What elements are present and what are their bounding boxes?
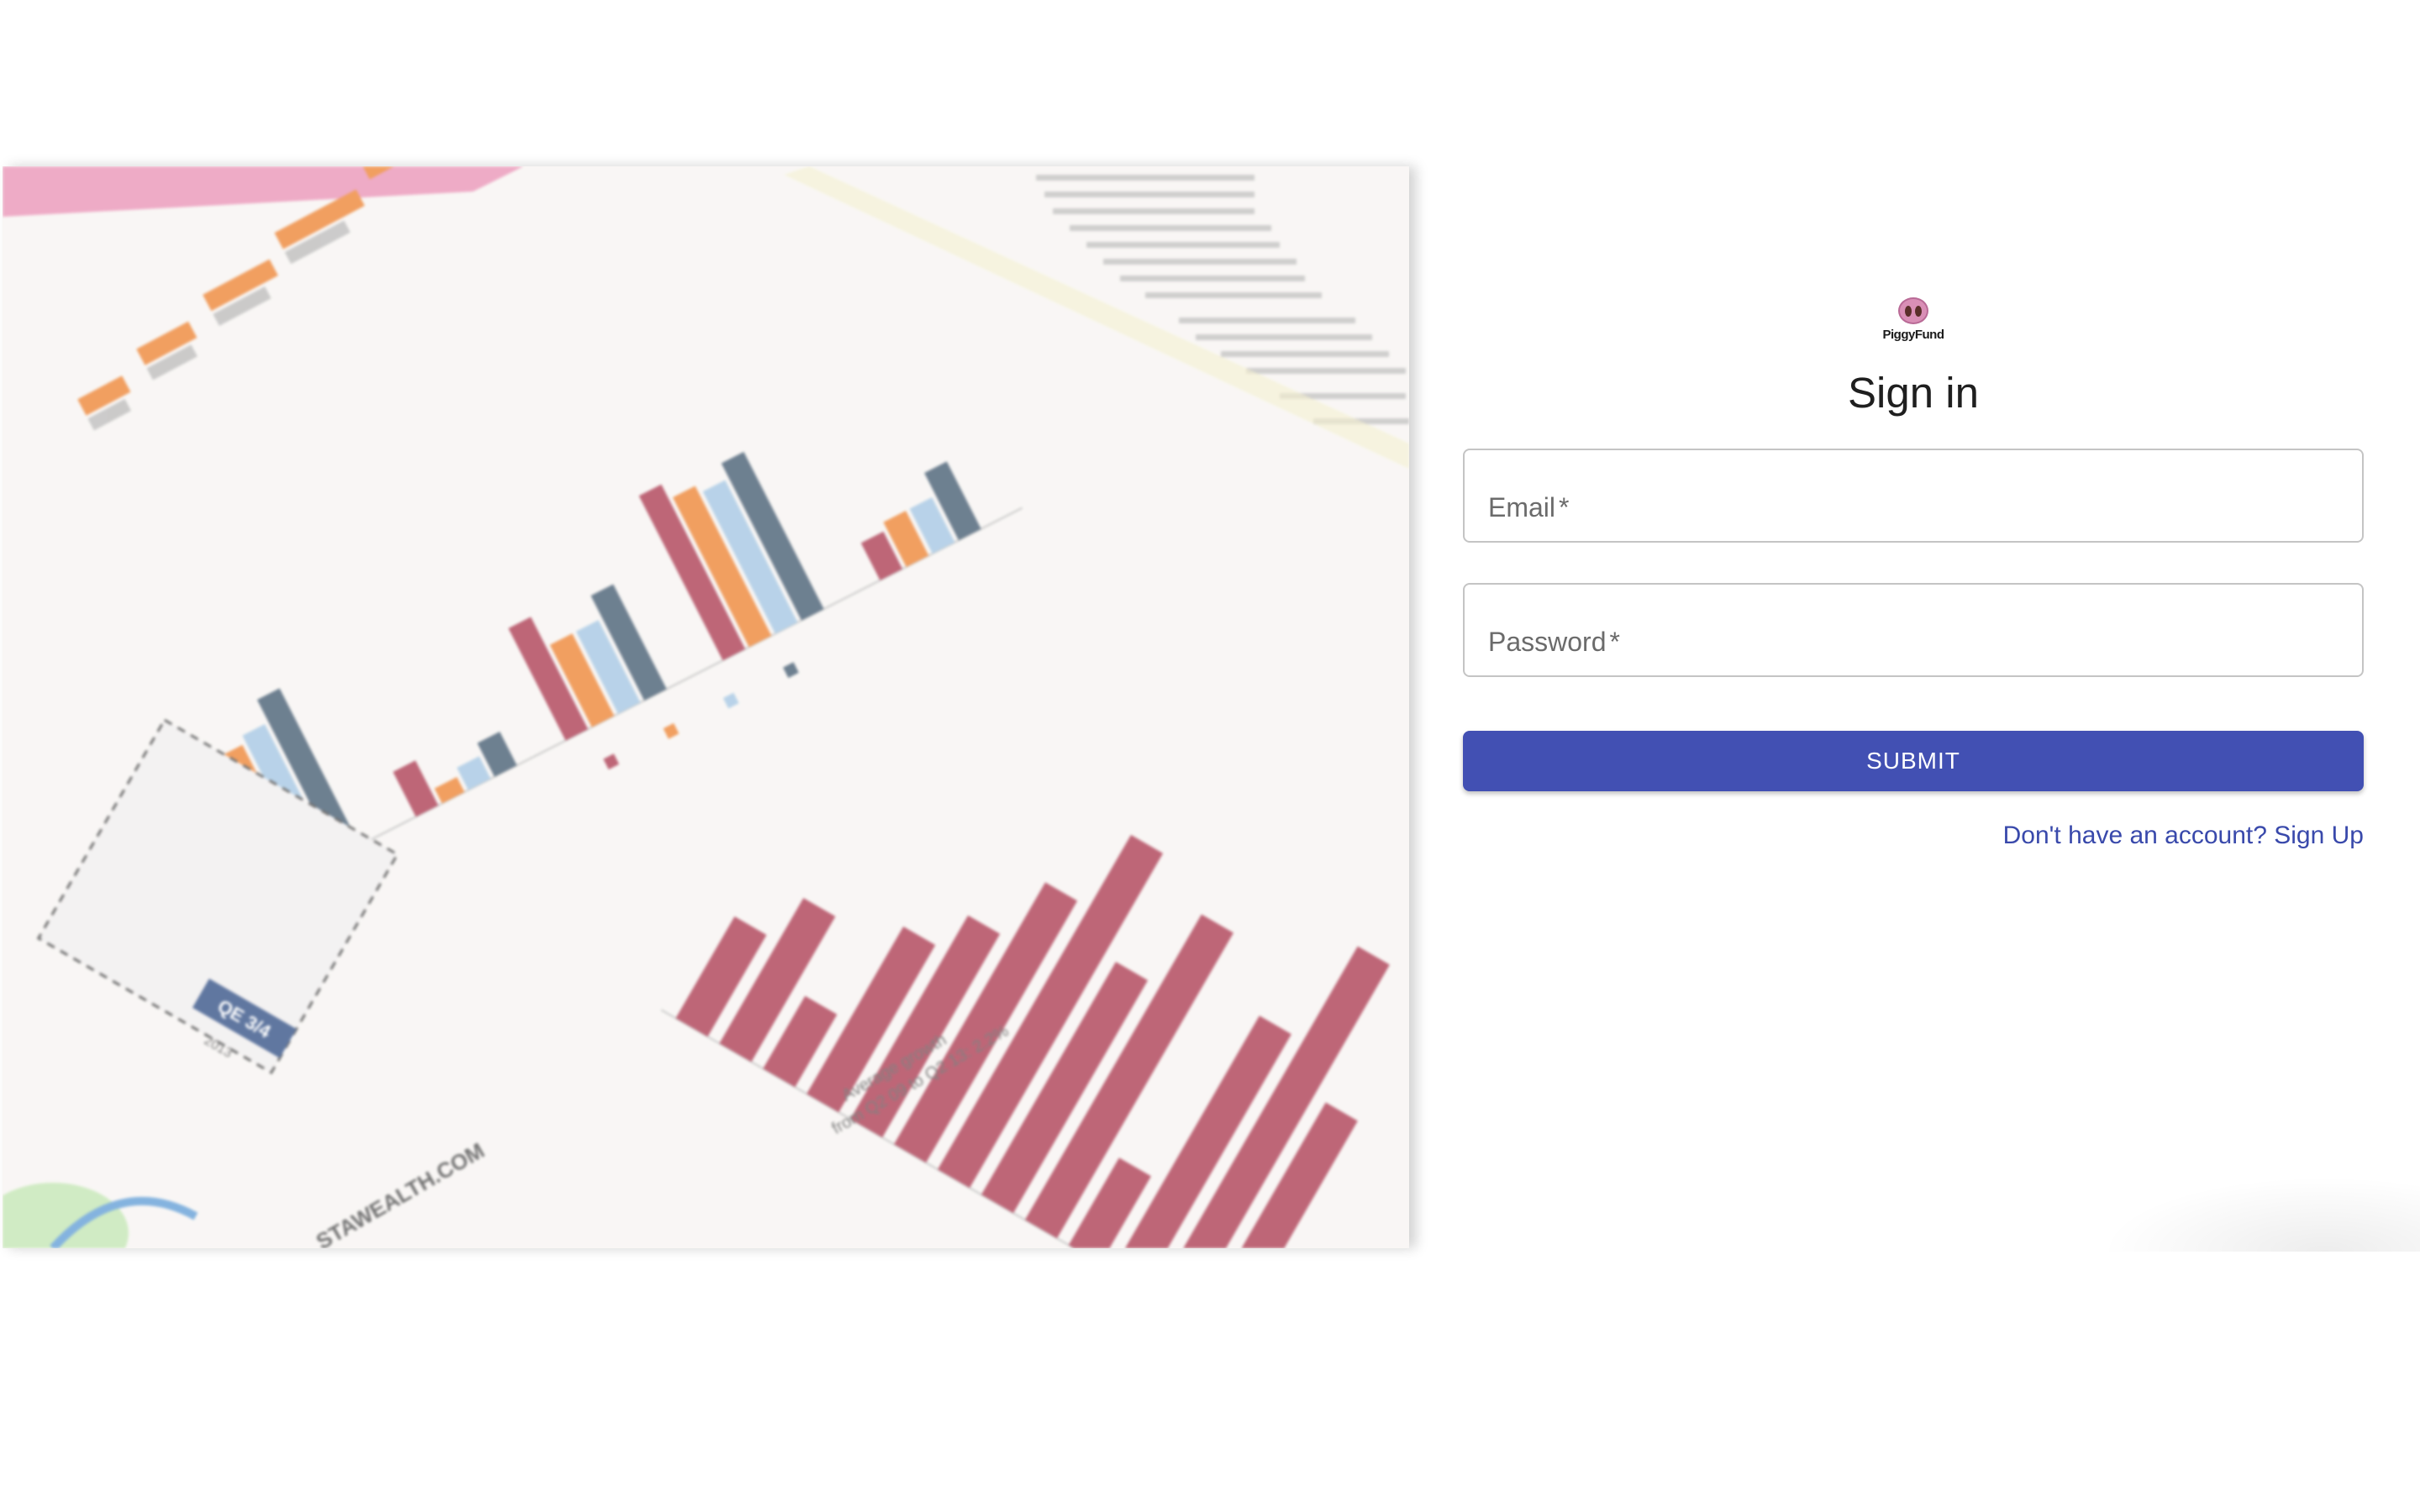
logo-text: PiggyFund [1882, 328, 1945, 342]
piggyfund-logo: PiggyFund [1882, 297, 1945, 346]
email-label: Email * [1488, 492, 1569, 523]
sign-up-link[interactable]: Don't have an account? Sign Up [2003, 822, 2364, 850]
password-field[interactable]: Password * [1463, 583, 2364, 677]
password-label-text: Password [1488, 627, 1607, 657]
page-title: Sign in [1848, 369, 1979, 417]
pig-snout-icon [1898, 297, 1928, 324]
password-required-mark: * [1609, 627, 1620, 657]
email-label-text: Email [1488, 492, 1556, 522]
sign-in-form: PiggyFund Sign in Email * Password * SUBMI… [1463, 0, 2364, 1512]
financial-report-charts-photo: QE 3/4 2013 STAWEALTH.COM Average growth… [3, 166, 1409, 1248]
email-required-mark: * [1559, 492, 1570, 522]
logo-nostril-left [1905, 305, 1912, 317]
email-field[interactable]: Email * [1463, 449, 2364, 543]
password-label: Password * [1488, 627, 1620, 658]
sign-in-page: QE 3/4 2013 STAWEALTH.COM Average growth… [0, 0, 2420, 1512]
hero-image: QE 3/4 2013 STAWEALTH.COM Average growth… [3, 166, 1409, 1248]
submit-button[interactable]: SUBMIT [1463, 731, 2364, 791]
logo-nostril-right [1915, 305, 1922, 317]
